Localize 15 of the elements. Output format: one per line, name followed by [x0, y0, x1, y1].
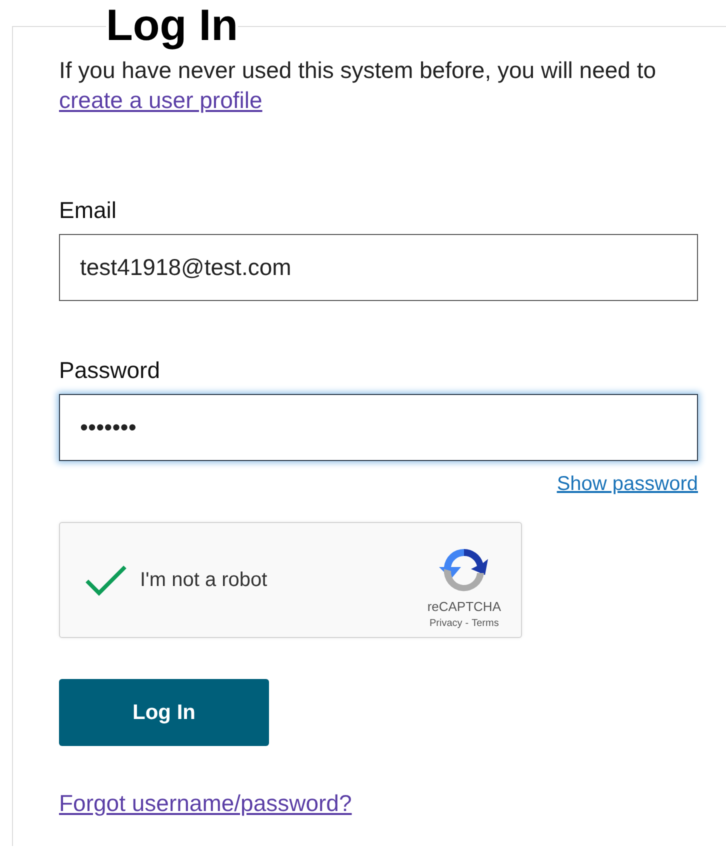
privacy-link[interactable]: Privacy	[429, 618, 462, 629]
login-button[interactable]: Log In	[59, 679, 269, 746]
field-label: Email	[59, 197, 117, 224]
create-profile-link[interactable]: create a user profile	[59, 87, 262, 113]
recaptcha-brand: reCAPTCHA	[427, 599, 501, 614]
field-label: Password	[59, 357, 160, 384]
input-field[interactable]: •••••••	[59, 394, 698, 461]
separator-text: -	[465, 618, 469, 629]
show-password-link[interactable]: Show password	[556, 473, 698, 496]
forgot-password-link[interactable]: Forgot username/password?	[59, 790, 352, 816]
checkmark-icon[interactable]	[84, 563, 128, 597]
terms-link[interactable]: Terms	[472, 618, 499, 629]
captcha-label: I'm not a robot	[140, 568, 268, 592]
input-field[interactable]: test41918@test.com	[59, 234, 698, 301]
intro-text: If you have never used this system before, you will need to create a user profile	[59, 56, 658, 115]
